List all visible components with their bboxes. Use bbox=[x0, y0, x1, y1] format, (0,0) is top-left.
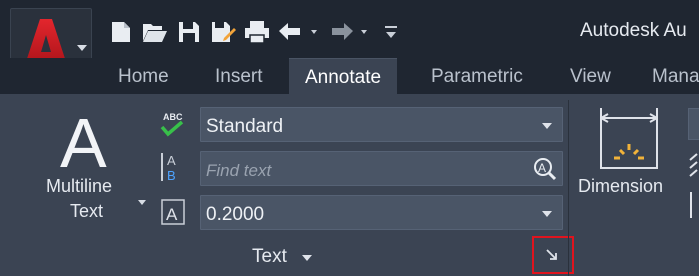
chevron-down-icon[interactable] bbox=[138, 200, 146, 205]
multiline-text-label[interactable]: Multiline bbox=[46, 176, 112, 197]
spell-check-icon[interactable]: ABC bbox=[158, 110, 188, 140]
svg-text:A: A bbox=[166, 205, 178, 224]
chevron-down-icon bbox=[542, 123, 552, 129]
dimension-label[interactable]: Dimension bbox=[578, 176, 663, 197]
find-text-placeholder: Find text bbox=[206, 161, 272, 180]
customize-qat-button[interactable] bbox=[375, 16, 407, 48]
dialog-launcher-icon[interactable] bbox=[546, 249, 558, 261]
find-replace-icon: A B bbox=[161, 153, 176, 182]
chevron-down-icon[interactable] bbox=[302, 255, 312, 261]
tab-view[interactable]: View bbox=[570, 58, 611, 94]
new-icon bbox=[112, 22, 130, 42]
multiline-text-label-line2[interactable]: Text bbox=[70, 201, 103, 222]
plot-button[interactable] bbox=[241, 16, 273, 48]
tab-insert[interactable]: Insert bbox=[215, 58, 263, 94]
ribbon-tabs: Home Insert Annotate Parametric View Man… bbox=[0, 58, 699, 94]
plot-icon bbox=[245, 21, 269, 44]
redo-icon bbox=[332, 23, 353, 40]
redo-button[interactable] bbox=[325, 16, 357, 48]
undo-icon bbox=[279, 23, 300, 40]
quick-access-toolbar bbox=[105, 14, 409, 50]
customize-qat-icon bbox=[385, 26, 397, 38]
undo-button[interactable] bbox=[275, 16, 307, 48]
text-height-dropdown[interactable]: 0.2000 bbox=[200, 195, 563, 230]
text-style-dropdown[interactable]: Standard bbox=[200, 107, 563, 142]
multiline-text-icon[interactable]: A bbox=[60, 108, 107, 178]
open-button[interactable] bbox=[139, 16, 171, 48]
text-height-icon: A bbox=[161, 199, 185, 225]
tab-manage[interactable]: Mana bbox=[652, 58, 699, 94]
text-height-value: 0.2000 bbox=[206, 204, 265, 225]
save-icon bbox=[179, 22, 199, 42]
save-button[interactable] bbox=[173, 16, 205, 48]
redo-dropdown[interactable] bbox=[359, 16, 369, 48]
dimension-tool-icon[interactable] bbox=[688, 150, 699, 220]
save-as-icon bbox=[212, 22, 236, 42]
save-as-button[interactable] bbox=[207, 16, 239, 48]
tab-home[interactable]: Home bbox=[118, 58, 169, 94]
find-text-input[interactable]: Find text A bbox=[200, 151, 563, 186]
open-icon bbox=[143, 24, 167, 42]
tab-parametric[interactable]: Parametric bbox=[431, 58, 523, 94]
svg-text:A: A bbox=[167, 153, 176, 168]
undo-dropdown[interactable] bbox=[309, 16, 319, 48]
dimension-style-dropdown[interactable] bbox=[688, 108, 699, 140]
panel-divider bbox=[568, 100, 569, 276]
search-icon[interactable]: A bbox=[532, 157, 556, 181]
chevron-down-icon bbox=[361, 30, 367, 34]
svg-text:A: A bbox=[538, 161, 546, 175]
dimension-icon[interactable] bbox=[598, 106, 660, 170]
tab-annotate[interactable]: Annotate bbox=[289, 58, 398, 94]
new-button[interactable] bbox=[105, 16, 137, 48]
svg-text:B: B bbox=[167, 168, 176, 182]
chevron-down-icon bbox=[77, 45, 87, 51]
text-panel-title[interactable]: Text bbox=[252, 246, 287, 268]
text-style-value: Standard bbox=[206, 116, 284, 137]
spell-check-icon-text: ABC bbox=[163, 112, 183, 122]
chevron-down-icon bbox=[542, 211, 552, 217]
window-title: Autodesk Au bbox=[580, 20, 687, 41]
chevron-down-icon bbox=[311, 30, 317, 34]
